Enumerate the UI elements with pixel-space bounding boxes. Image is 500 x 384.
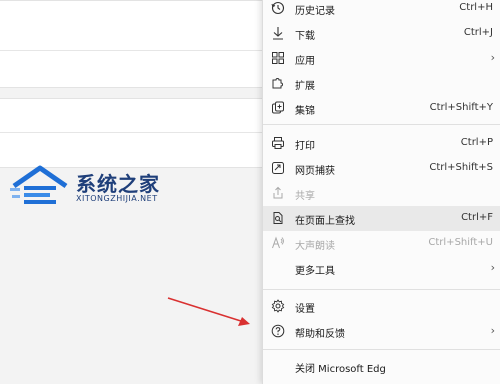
menu-separator (263, 349, 500, 350)
menu-item-label: 打印 (295, 141, 315, 152)
collections-icon (272, 101, 284, 114)
menu-item-label: 帮助和反馈 (295, 329, 345, 340)
menu-item-extensions[interactable]: 扩展 (263, 71, 500, 96)
menu-item-settings[interactable]: 设置 (263, 294, 500, 319)
share-icon (273, 186, 283, 199)
menu-item-apps[interactable]: 应用 › (263, 46, 500, 71)
chevron-right-icon: › (490, 324, 495, 337)
menu-item-more-tools[interactable]: 更多工具 › (263, 256, 500, 281)
browser-menu: 历史记录 Ctrl+H 下载 Ctrl+J 应用 › 扩展 集锦 Ctrl+Sh… (262, 0, 500, 384)
extensions-icon (272, 78, 283, 89)
chevron-right-icon: › (490, 261, 495, 274)
history-icon (271, 1, 285, 15)
menu-item-find-on-page[interactable]: 在页面上查找 Ctrl+F (263, 206, 500, 231)
find-icon (273, 212, 283, 224)
shortcut-label: Ctrl+Shift+Y (429, 102, 493, 113)
menu-item-read-aloud[interactable]: 大声朗读 Ctrl+Shift+U (263, 231, 500, 256)
menu-item-close-edge[interactable]: 关闭 Microsoft Edg (263, 354, 500, 379)
menu-item-label: 大声朗读 (295, 241, 335, 252)
menu-separator (263, 124, 500, 125)
menu-item-label: 设置 (295, 304, 315, 315)
print-icon (272, 137, 284, 149)
menu-item-label: 更多工具 (295, 266, 335, 277)
menu-item-print[interactable]: 打印 Ctrl+P (263, 131, 500, 156)
chevron-right-icon: › (490, 51, 495, 64)
help-icon (271, 324, 285, 338)
shortcut-label: Ctrl+F (461, 212, 493, 223)
menu-item-collections[interactable]: 集锦 Ctrl+Shift+Y (263, 96, 500, 121)
web-capture-icon (272, 162, 284, 174)
shortcut-label: Ctrl+J (463, 27, 493, 38)
shortcut-label: Ctrl+Shift+U (428, 237, 493, 248)
menu-item-label: 共享 (295, 191, 315, 202)
menu-item-label: 扩展 (295, 81, 315, 92)
menu-item-label: 集锦 (295, 106, 315, 117)
read-aloud-icon (272, 236, 284, 249)
menu-item-label: 在页面上查找 (295, 216, 355, 227)
download-icon (273, 27, 283, 40)
shortcut-label: Ctrl+H (459, 2, 493, 13)
shortcut-label: Ctrl+P (460, 137, 493, 148)
menu-item-label: 应用 (295, 56, 315, 67)
menu-item-label: 下载 (295, 31, 315, 42)
shortcut-label: Ctrl+Shift+S (429, 162, 493, 173)
menu-separator (263, 289, 500, 290)
menu-item-label: 网页捕获 (295, 166, 335, 177)
menu-item-label: 历史记录 (295, 6, 335, 17)
menu-item-history[interactable]: 历史记录 Ctrl+H (263, 0, 500, 21)
settings-icon (271, 299, 285, 313)
apps-icon (272, 52, 284, 64)
menu-item-web-capture[interactable]: 网页捕获 Ctrl+Shift+S (263, 156, 500, 181)
menu-item-downloads[interactable]: 下载 Ctrl+J (263, 21, 500, 46)
menu-item-share[interactable]: 共享 (263, 181, 500, 206)
menu-item-label: 关闭 Microsoft Edg (295, 364, 386, 375)
menu-item-help-feedback[interactable]: 帮助和反馈 › (263, 319, 500, 344)
